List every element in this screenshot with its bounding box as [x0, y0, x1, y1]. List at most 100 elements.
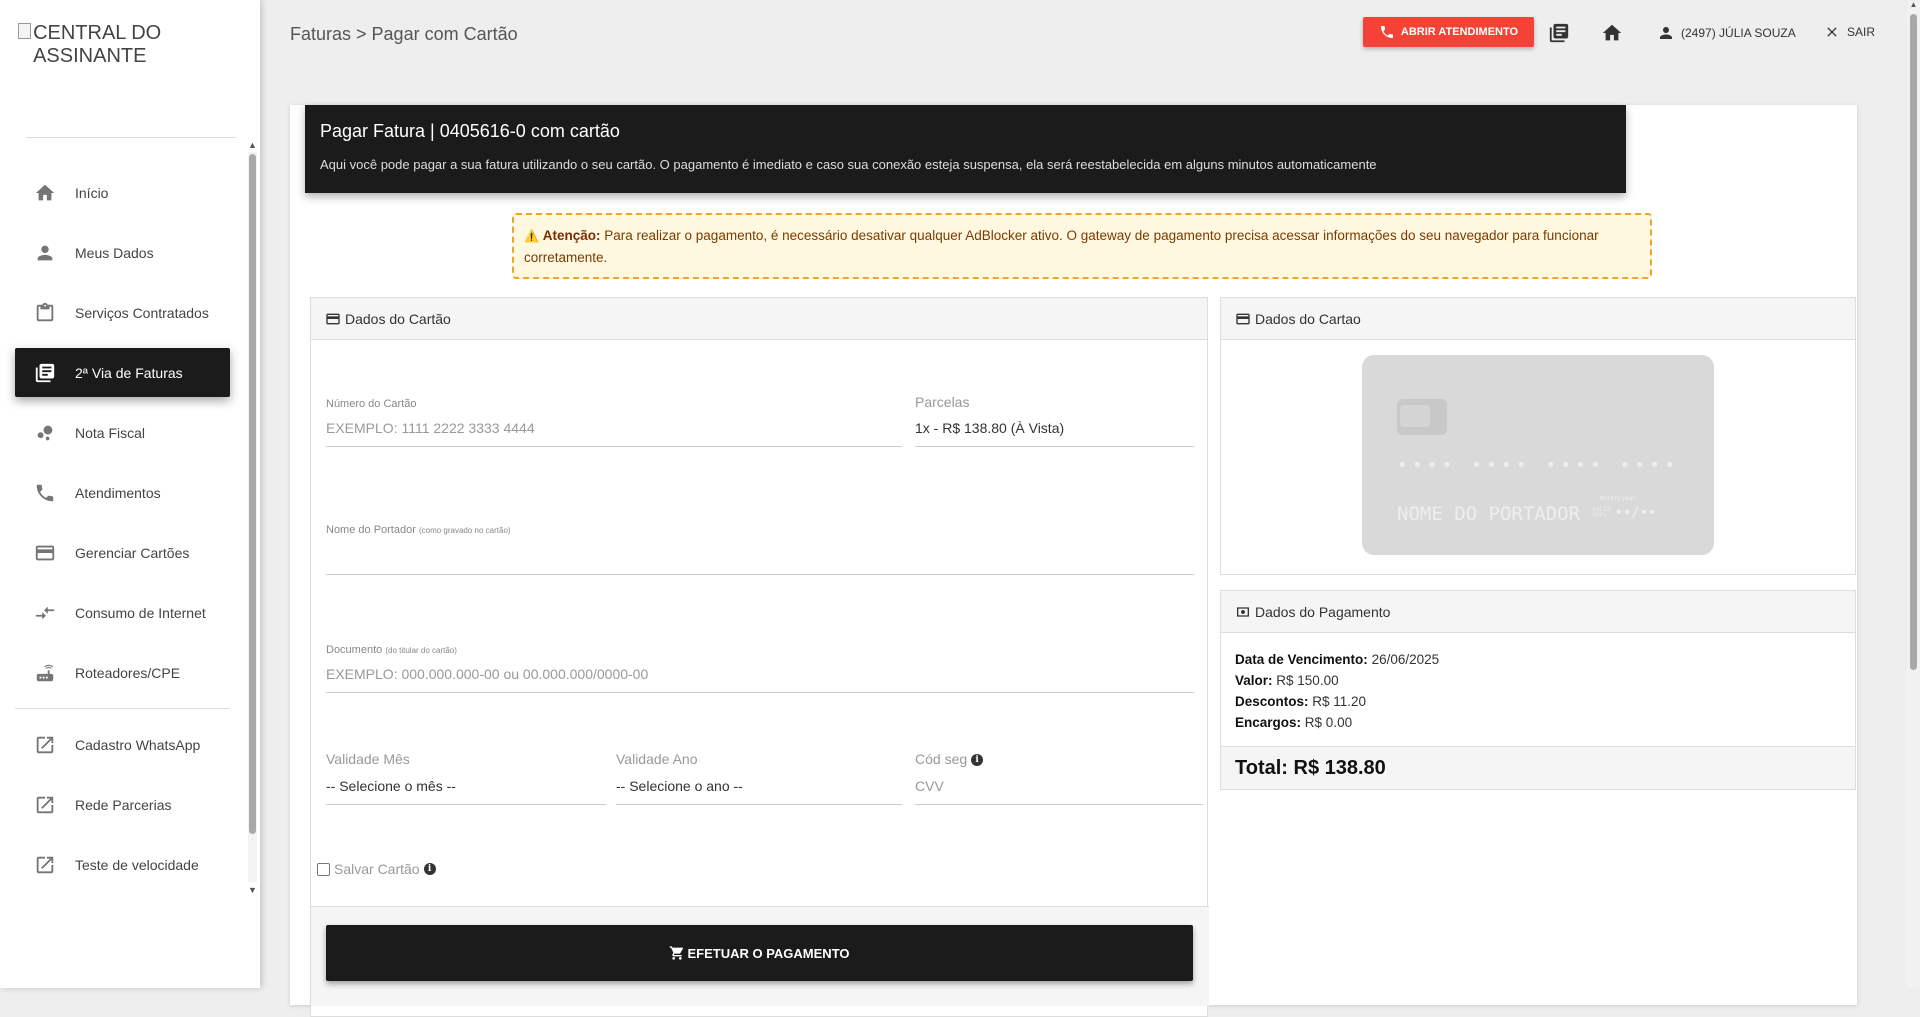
pay-button-label: EFETUAR O PAGAMENTO [687, 945, 850, 961]
top-bar: Faturas > Pagar com Cartão ABRIR ATENDIM… [260, 0, 1900, 68]
user-menu[interactable]: (2497) JÚLIA SOUZA [1657, 24, 1796, 42]
sidebar-item-atendimentos[interactable]: Atendimentos [15, 468, 230, 517]
sidebar-item-meus-dados[interactable]: Meus Dados [15, 228, 230, 277]
invoices-icon[interactable] [1548, 22, 1570, 44]
sidebar-item-label: Gerenciar Cartões [75, 544, 190, 561]
value-value: R$ 150.00 [1276, 673, 1339, 688]
open-in-new-icon [33, 793, 57, 817]
person-icon [1660, 27, 1672, 39]
sidebar-item-label: Rede Parcerias [75, 796, 172, 813]
card-preview-number: •••• •••• •••• •••• [1397, 455, 1679, 476]
value-label: Valor: [1235, 673, 1273, 688]
holder-name-field[interactable]: Nome do Portador (como gravado no cartão… [326, 524, 1194, 584]
sidebar-item-label: Teste de velocidade [75, 856, 199, 873]
sidebar-item-whatsapp[interactable]: Cadastro WhatsApp [15, 720, 230, 769]
sidebar-item-label: 2ª Via de Faturas [75, 364, 183, 381]
logo[interactable]: CENTRAL DO ASSINANTE [18, 22, 260, 68]
payment-data-panel: Dados do Pagamento Data de Vencimento: 2… [1220, 590, 1856, 790]
logout-button[interactable]: SAIR [1824, 24, 1875, 40]
expiry-year-field[interactable]: Validade Ano -- Selecione o ano -- [616, 751, 902, 815]
save-card-option[interactable]: Salvar Cartão i [317, 861, 436, 877]
installments-label: Parcelas [915, 394, 970, 410]
due-date-row: Data de Vencimento: 26/06/2025 [1235, 649, 1439, 670]
discount-row: Descontos: R$ 11.20 [1235, 691, 1439, 712]
page-scrollbar[interactable]: ▲ [1907, 0, 1920, 988]
sidebar-item-inicio[interactable]: Início [15, 168, 230, 217]
credit-card-icon [33, 541, 57, 565]
sidebar-divider [15, 708, 230, 709]
sidebar-item-teste-velocidade[interactable]: Teste de velocidade [15, 840, 230, 889]
document-input[interactable]: EXEMPLO: 000.000.000-00 ou 00.000.000/00… [326, 666, 1194, 693]
sidebar-item-faturas[interactable]: 2ª Via de Faturas [15, 348, 230, 397]
due-date-value: 26/06/2025 [1371, 652, 1440, 667]
installments-select[interactable]: 1x - R$ 138.80 (À Vista) [915, 420, 1194, 447]
card-preview-title: Dados do Cartao [1255, 310, 1361, 327]
installments-field[interactable]: Parcelas 1x - R$ 138.80 (À Vista) [915, 394, 1194, 458]
pay-button[interactable]: EFETUAR O PAGAMENTO [326, 925, 1193, 981]
scroll-up-icon[interactable]: ▲ [1907, 0, 1920, 12]
sidebar-item-servicos[interactable]: Serviços Contratados [15, 288, 230, 337]
info-icon[interactable]: i [423, 863, 436, 875]
card-preview-expiry: month/year valid thru ••/•• [1592, 495, 1657, 521]
card-number-input[interactable]: EXEMPLO: 1111 2222 3333 4444 [326, 420, 902, 447]
discount-label: Descontos: [1235, 694, 1309, 709]
pay-footer: EFETUAR O PAGAMENTO [311, 906, 1209, 1006]
sidebar-item-label: Cadastro WhatsApp [75, 736, 201, 753]
info-icon[interactable]: i [971, 754, 984, 767]
save-card-checkbox[interactable] [317, 862, 330, 876]
payment-details: Data de Vencimento: 26/06/2025 Valor: R$… [1235, 649, 1439, 733]
cvv-label: Cód seg [915, 751, 968, 767]
sidebar-item-roteadores[interactable]: Roteadores/CPE [15, 648, 230, 697]
phone-icon [1380, 26, 1393, 38]
phone-icon [33, 481, 57, 505]
expiry-month-field[interactable]: Validade Mês -- Selecione o mês -- [326, 751, 606, 815]
payment-data-header: Dados do Pagamento [1221, 591, 1855, 633]
sidebar-scrollbar[interactable]: ▲ ▼ [248, 140, 257, 895]
page-description: Aqui você pode pagar a sua fatura utiliz… [320, 157, 1377, 172]
open-in-new-icon [33, 733, 57, 757]
home-icon [33, 181, 57, 205]
person-icon [33, 241, 57, 265]
scroll-thumb[interactable] [249, 154, 256, 834]
scroll-down-icon[interactable]: ▼ [248, 885, 257, 895]
credit-card-preview: •••• •••• •••• •••• NOME DO PORTADOR mon… [1362, 355, 1714, 555]
card-form-panel: Dados do Cartão Número do Cartão EXEMPLO… [310, 297, 1209, 1017]
sidebar-item-rede-parcerias[interactable]: Rede Parcerias [15, 780, 230, 829]
sidebar-item-consumo[interactable]: Consumo de Internet [15, 588, 230, 637]
expiry-month-select[interactable]: -- Selecione o mês -- [326, 778, 606, 805]
scroll-up-icon[interactable]: ▲ [248, 140, 257, 150]
save-card-label: Salvar Cartão [334, 861, 420, 877]
expiry-year-select[interactable]: -- Selecione o ano -- [616, 778, 902, 805]
card-preview-header: Dados do Cartao [1221, 298, 1855, 340]
scroll-thumb[interactable] [1910, 14, 1917, 670]
card-preview-panel: Dados do Cartao •••• •••• •••• •••• NOME… [1220, 297, 1856, 575]
card-chip-icon [1397, 399, 1447, 435]
compare-arrows-icon [33, 601, 57, 625]
holder-name-input[interactable] [326, 544, 1194, 575]
user-name: (2497) JÚLIA SOUZA [1681, 26, 1796, 40]
value-row: Valor: R$ 150.00 [1235, 670, 1439, 691]
card-number-field[interactable]: Número do Cartão EXEMPLO: 1111 2222 3333… [326, 398, 902, 458]
logo-alt-text: CENTRAL DO ASSINANTE [33, 22, 162, 67]
money-icon [1237, 606, 1249, 617]
sidebar-item-label: Meus Dados [75, 244, 154, 261]
bubble-chart-icon [33, 421, 57, 445]
warning-icon: ⚠️ [524, 229, 539, 243]
home-icon[interactable] [1601, 22, 1623, 44]
cvv-field[interactable]: Cód seg i CVV [915, 751, 1203, 815]
document-field[interactable]: Documento (do titular do cartão) EXEMPLO… [326, 644, 1194, 704]
sidebar-item-label: Nota Fiscal [75, 424, 146, 441]
sidebar-item-nota-fiscal[interactable]: Nota Fiscal [15, 408, 230, 457]
router-icon [33, 661, 57, 685]
credit-card-icon [1236, 313, 1250, 324]
cvv-input[interactable]: CVV [915, 778, 1203, 805]
close-icon [1827, 27, 1837, 37]
broken-image-icon [18, 23, 32, 39]
discount-value: R$ 11.20 [1312, 694, 1367, 709]
open-ticket-button[interactable]: ABRIR ATENDIMENTO [1363, 17, 1534, 47]
main-content: Pagar Fatura | 0405616-0 com cartão Aqui… [290, 105, 1857, 1017]
sidebar-item-cartoes[interactable]: Gerenciar Cartões [15, 528, 230, 577]
alert-text: Para realizar o pagamento, é necessário … [524, 228, 1599, 265]
open-ticket-label: ABRIR ATENDIMENTO [1400, 26, 1519, 38]
card-preview-holder: NOME DO PORTADOR [1397, 503, 1581, 525]
